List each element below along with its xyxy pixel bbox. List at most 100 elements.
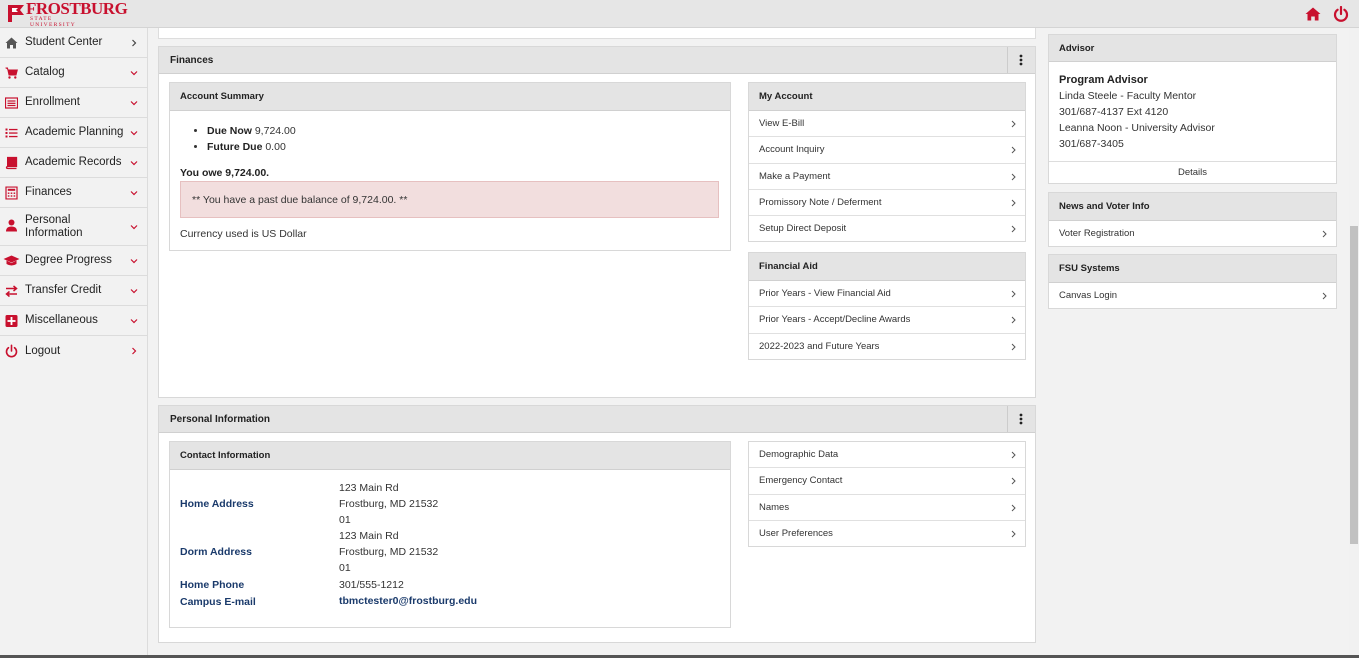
chevron-right-icon	[1011, 199, 1016, 207]
balance-list: Due Now 9,724.00 Future Due 0.00	[207, 123, 296, 155]
advisor-details-button[interactable]: Details	[1049, 161, 1336, 183]
chevron-down-icon	[130, 100, 138, 105]
transfer-icon	[5, 284, 18, 297]
chevron-right-icon	[1011, 530, 1016, 538]
due-now-value: 9,724.00	[254, 125, 296, 137]
advisor-title: Advisor	[1049, 35, 1336, 62]
home-icon[interactable]	[1305, 6, 1321, 22]
chevron-right-icon	[1011, 173, 1016, 180]
setup-direct-deposit-link[interactable]: Setup Direct Deposit	[749, 216, 1025, 242]
sidebar-item-academic-planning[interactable]: Academic Planning	[0, 118, 147, 148]
address-line: 123 Main Rd	[339, 530, 399, 542]
top-bar: FROSTBURG STATE UNIVERSITY	[0, 0, 1359, 28]
chevron-right-icon	[1011, 290, 1016, 298]
chevron-right-icon	[1011, 146, 1016, 154]
page-scrollbar[interactable]	[1349, 28, 1359, 658]
kebab-menu-icon	[1019, 413, 1023, 425]
news-voter-box: News and Voter Info Voter Registration	[1048, 192, 1337, 247]
chevron-right-icon	[132, 347, 137, 355]
user-icon	[6, 219, 17, 232]
sidebar-item-academic-records[interactable]: Academic Records	[0, 148, 147, 178]
chevron-down-icon	[130, 318, 138, 323]
future-due-value: 0.00	[265, 141, 286, 153]
sidebar-item-label: Logout	[25, 344, 61, 357]
advisor-box: Advisor Program Advisor Linda Steele - F…	[1048, 34, 1337, 184]
contact-information-box: Contact Information Home Address 123 Mai…	[169, 441, 731, 628]
logo-subtitle: STATE UNIVERSITY	[30, 16, 76, 28]
sidebar-item-label: Academic Records	[25, 156, 122, 168]
flag-logo-icon	[8, 5, 24, 22]
sidebar-item-label: Enrollment	[25, 96, 80, 108]
logo-wordmark: FROSTBURG	[26, 0, 128, 18]
frostburg-logo[interactable]: FROSTBURG STATE UNIVERSITY	[0, 0, 128, 28]
view-ebill-link[interactable]: View E-Bill	[749, 111, 1025, 138]
sidebar-item-transfer-credit[interactable]: Transfer Credit	[0, 276, 147, 306]
chevron-right-icon	[1322, 230, 1327, 238]
prior-years-view-aid-link[interactable]: Prior Years - View Financial Aid	[749, 281, 1025, 308]
sidebar-item-catalog[interactable]: Catalog	[0, 58, 147, 88]
news-voter-title: News and Voter Info	[1049, 193, 1336, 221]
sidebar-item-student-center[interactable]: Student Center	[0, 28, 147, 58]
previous-pagelet-bottom	[158, 28, 1036, 39]
future-years-aid-link[interactable]: 2022-2023 and Future Years	[749, 334, 1025, 360]
link-label: Account Inquiry	[759, 144, 825, 156]
sidebar-item-enrollment[interactable]: Enrollment	[0, 88, 147, 118]
list-window-icon	[5, 96, 18, 109]
personal-info-options-button[interactable]	[1007, 406, 1035, 432]
advisor-line: Leanna Noon - University Advisor	[1059, 122, 1215, 134]
promissory-note-link[interactable]: Promissory Note / Deferment	[749, 190, 1025, 217]
canvas-login-link[interactable]: Canvas Login	[1049, 283, 1336, 309]
advisor-line: Linda Steele - Faculty Mentor	[1059, 90, 1197, 102]
future-due-item: Future Due 0.00	[207, 139, 296, 155]
names-link[interactable]: Names	[749, 495, 1025, 521]
sidebar-item-finances[interactable]: Finances	[0, 178, 147, 208]
chevron-down-icon	[130, 190, 138, 195]
scrollbar-thumb[interactable]	[1350, 226, 1358, 544]
emergency-contact-link[interactable]: Emergency Contact	[749, 468, 1025, 495]
personal-information-header: Personal Information	[159, 406, 1035, 433]
cart-icon	[5, 67, 18, 79]
sidebar-item-degree-progress[interactable]: Degree Progress	[0, 246, 147, 276]
address-line: 01	[339, 514, 351, 526]
home-phone-value: 301/555-1212	[339, 579, 404, 591]
finances-panel-header: Finances	[159, 47, 1035, 74]
finances-panel: Finances Account Summary Due Now 9,724.0…	[158, 46, 1036, 398]
sidebar-nav: Student Center Catalog Enrollment Academ…	[0, 28, 148, 658]
book-icon	[5, 156, 18, 169]
link-label: Names	[759, 501, 790, 513]
user-preferences-link[interactable]: User Preferences	[749, 521, 1025, 547]
power-icon[interactable]	[1333, 6, 1349, 22]
personal-information-panel: Personal Information Contact Information…	[158, 405, 1036, 643]
sidebar-item-label: Personal Information	[25, 213, 83, 239]
advisor-heading: Program Advisor	[1059, 74, 1148, 86]
voter-registration-link[interactable]: Voter Registration	[1049, 221, 1336, 247]
sidebar-item-personal-information[interactable]: Personal Information	[0, 208, 147, 246]
account-inquiry-link[interactable]: Account Inquiry	[749, 137, 1025, 164]
sidebar-item-miscellaneous[interactable]: Miscellaneous	[0, 306, 147, 336]
chevron-down-icon	[130, 288, 138, 293]
finances-options-button[interactable]	[1007, 47, 1035, 73]
address-line: Frostburg, MD 21532	[339, 498, 439, 510]
demographic-data-link[interactable]: Demographic Data	[749, 442, 1025, 469]
graduation-cap-icon	[3, 255, 20, 265]
chevron-right-icon	[1011, 504, 1016, 511]
sidebar-item-logout[interactable]: Logout	[0, 336, 147, 366]
sidebar-item-label: Degree Progress	[25, 254, 112, 266]
calculator-icon	[5, 186, 18, 199]
campus-email-label: Campus E-mail	[180, 596, 256, 608]
campus-email-link[interactable]: tbmctester0@frostburg.edu	[339, 593, 477, 609]
amount-owed: You owe 9,724.00.	[180, 167, 270, 179]
dorm-address-value: 123 Main Rd Frostburg, MD 21532 01	[339, 528, 438, 576]
future-due-label: Future Due	[207, 141, 263, 153]
chevron-down-icon	[130, 258, 138, 263]
financial-aid-title: Financial Aid	[749, 253, 1025, 281]
sidebar-item-label: Miscellaneous	[25, 314, 98, 326]
home-icon	[5, 37, 18, 48]
fsu-systems-box: FSU Systems Canvas Login	[1048, 254, 1337, 309]
advisor-line: 301/687-3405	[1059, 138, 1124, 150]
personal-info-links-box: Demographic Data Emergency Contact Names…	[748, 441, 1026, 547]
make-payment-link[interactable]: Make a Payment	[749, 164, 1025, 190]
prior-years-accept-decline-link[interactable]: Prior Years - Accept/Decline Awards	[749, 307, 1025, 334]
link-label: Make a Payment	[759, 170, 831, 182]
panel-title: Finances	[170, 55, 214, 66]
